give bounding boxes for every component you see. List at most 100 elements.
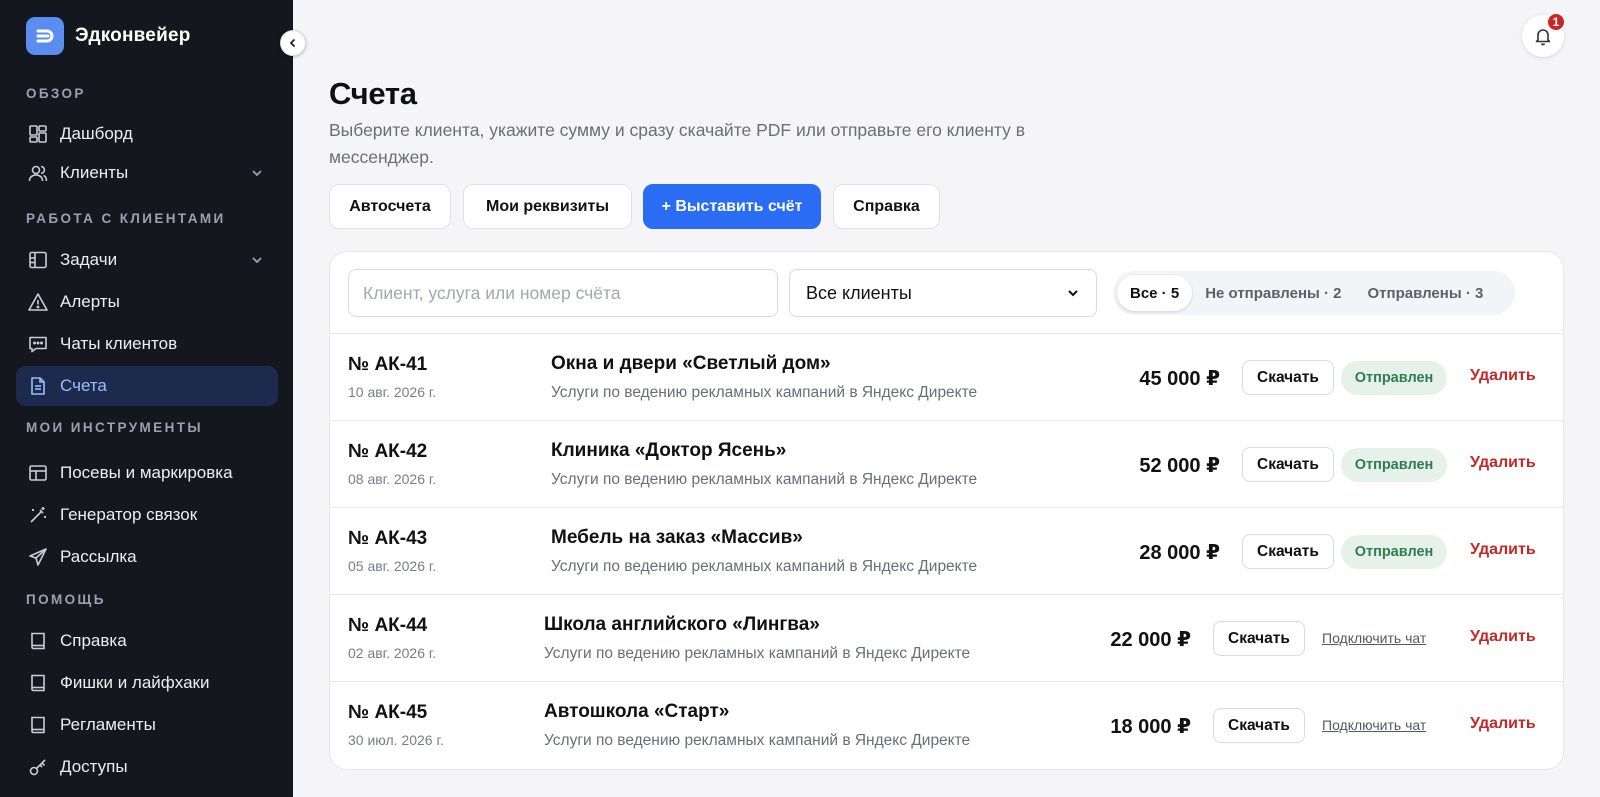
sidebar-item-alerts[interactable]: Алерты [16, 282, 278, 322]
invoice-number: № АК-42 [348, 441, 428, 462]
chevron-left-icon [289, 38, 296, 48]
table-row: № АК-42 08 авг. 2026 г. Клиника «Доктор … [330, 420, 1563, 507]
sidebar-item-label: Генератор связок [60, 505, 198, 524]
status-filter: Все · 5 Не отправлены · 2 Отправлены · 3 [1113, 271, 1515, 315]
sidebar-item-label: Клиенты [60, 163, 129, 182]
download-button[interactable]: Скачать [1242, 534, 1334, 569]
invoice-client: Автошкола «Старт» [544, 701, 730, 722]
invoice-date: 30 июл. 2026 г. [348, 732, 444, 748]
invoice-number: № АК-45 [348, 702, 428, 723]
status-badge: Отправлен [1341, 361, 1447, 395]
chevron-down-icon [252, 257, 262, 264]
invoice-amount: 52 000 ₽ [1139, 455, 1220, 477]
invoice-amount: 28 000 ₽ [1139, 542, 1220, 564]
sidebar-item-access[interactable]: Доступы [16, 747, 278, 787]
auto-invoices-button[interactable]: Автосчета [329, 184, 451, 229]
sidebar-item-generator[interactable]: Генератор связок [16, 495, 278, 535]
sidebar-item-tasks[interactable]: Задачи [16, 240, 278, 280]
users-icon [27, 162, 49, 184]
sidebar-item-label: Алерты [60, 292, 120, 311]
sidebar-item-rules[interactable]: Регламенты [16, 705, 278, 745]
sidebar-item-dashboard[interactable]: Дашборд [16, 114, 278, 154]
book-icon [27, 714, 49, 736]
invoice-number: № АК-44 [348, 615, 428, 636]
filter-not-sent[interactable]: Не отправлены · 2 [1192, 275, 1354, 311]
connect-chat-link[interactable]: Подключить чат [1322, 717, 1426, 733]
logo-icon [26, 17, 64, 55]
section-help: ПОМОЩЬ [26, 592, 106, 607]
page-subtitle: Выберите клиента, укажите сумму и сразу … [329, 120, 1026, 167]
invoice-date: 10 авг. 2026 г. [348, 384, 437, 400]
invoice-service: Услуги по ведению рекламных кампаний в Я… [544, 732, 971, 749]
book-icon [27, 672, 49, 694]
invoices-card: Все клиенты Все · 5 Не отправлены · 2 От… [329, 251, 1564, 770]
download-button[interactable]: Скачать [1213, 621, 1305, 656]
sidebar-item-label: Доступы [60, 757, 128, 776]
status-badge: Отправлен [1341, 535, 1447, 569]
key-icon [27, 756, 49, 778]
chevron-down-icon [1068, 290, 1078, 297]
sidebar-item-label: Посевы и маркировка [60, 463, 233, 482]
sidebar-item-mailing[interactable]: Рассылка [16, 537, 278, 577]
alert-icon [27, 291, 49, 313]
sidebar-item-label: Справка [60, 631, 127, 650]
sidebar-collapse-button[interactable] [280, 30, 306, 56]
invoice-amount: 18 000 ₽ [1110, 716, 1191, 738]
invoice-number: № АК-41 [348, 354, 428, 375]
layout-icon [27, 462, 49, 484]
client-select[interactable]: Все клиенты [789, 269, 1097, 317]
filter-all[interactable]: Все · 5 [1117, 275, 1193, 311]
section-overview: ОБЗОР [26, 86, 86, 101]
delete-button[interactable]: Удалить [1470, 367, 1536, 385]
page-title: Счета [329, 76, 417, 111]
invoice-amount: 22 000 ₽ [1110, 629, 1191, 651]
delete-button[interactable]: Удалить [1470, 454, 1536, 472]
sidebar-item-tips[interactable]: Фишки и лайфхаки [16, 663, 278, 703]
dashboard-icon [27, 123, 49, 145]
create-invoice-button[interactable]: + Выставить счёт [643, 184, 821, 229]
invoice-service: Услуги по ведению рекламных кампаний в Я… [551, 558, 978, 575]
document-icon [27, 375, 49, 397]
invoice-service: Услуги по ведению рекламных кампаний в Я… [544, 645, 971, 662]
brand[interactable]: Эдконвейер [26, 17, 191, 55]
invoice-client: Мебель на заказ «Массив» [551, 527, 803, 548]
filter-sent[interactable]: Отправлены · 3 [1355, 275, 1497, 311]
brand-name: Эдконвейер [75, 25, 191, 46]
connect-chat-link[interactable]: Подключить чат [1322, 630, 1426, 646]
invoice-client: Школа английского «Лингва» [544, 614, 820, 635]
sidebar-item-label: Регламенты [60, 715, 156, 734]
sidebar-item-invoices[interactable]: Счета [16, 366, 278, 406]
sidebar-item-label: Чаты клиентов [60, 334, 178, 353]
send-icon [27, 546, 49, 568]
delete-button[interactable]: Удалить [1470, 628, 1536, 646]
search-input[interactable] [348, 269, 778, 317]
sidebar-item-chats[interactable]: Чаты клиентов [16, 324, 278, 364]
download-button[interactable]: Скачать [1242, 447, 1334, 482]
chevron-down-icon [252, 170, 262, 177]
table-row: № АК-41 10 авг. 2026 г. Окна и двери «Св… [330, 333, 1563, 420]
tasks-icon [27, 249, 49, 271]
sidebar-item-label: Фишки и лайфхаки [60, 673, 210, 692]
section-clients-work: РАБОТА С КЛИЕНТАМИ [26, 211, 226, 226]
book-icon [27, 630, 49, 652]
invoice-date: 08 авг. 2026 г. [348, 471, 437, 487]
invoice-service: Услуги по ведению рекламных кампаний в Я… [551, 384, 978, 401]
delete-button[interactable]: Удалить [1470, 715, 1536, 733]
wand-icon [27, 504, 49, 526]
invoice-number: № АК-43 [348, 528, 428, 549]
delete-button[interactable]: Удалить [1470, 541, 1536, 559]
sidebar-item-label: Дашборд [60, 124, 133, 143]
sidebar-item-label: Счета [60, 376, 107, 395]
table-row: № АК-45 30 июл. 2026 г. Автошкола «Старт… [330, 681, 1563, 768]
sidebar-item-clients[interactable]: Клиенты [16, 153, 278, 193]
section-tools: МОИ ИНСТРУМЕНТЫ [26, 420, 203, 435]
requisites-button[interactable]: Мои реквизиты [463, 184, 632, 229]
download-button[interactable]: Скачать [1242, 360, 1334, 395]
download-button[interactable]: Скачать [1213, 708, 1305, 743]
chat-icon [27, 333, 49, 355]
sidebar-item-help[interactable]: Справка [16, 621, 278, 661]
invoice-client: Окна и двери «Светлый дом» [551, 353, 831, 374]
help-button[interactable]: Справка [833, 184, 940, 229]
sidebar-item-label: Задачи [60, 250, 118, 269]
sidebar-item-seeding[interactable]: Посевы и маркировка [16, 453, 278, 493]
